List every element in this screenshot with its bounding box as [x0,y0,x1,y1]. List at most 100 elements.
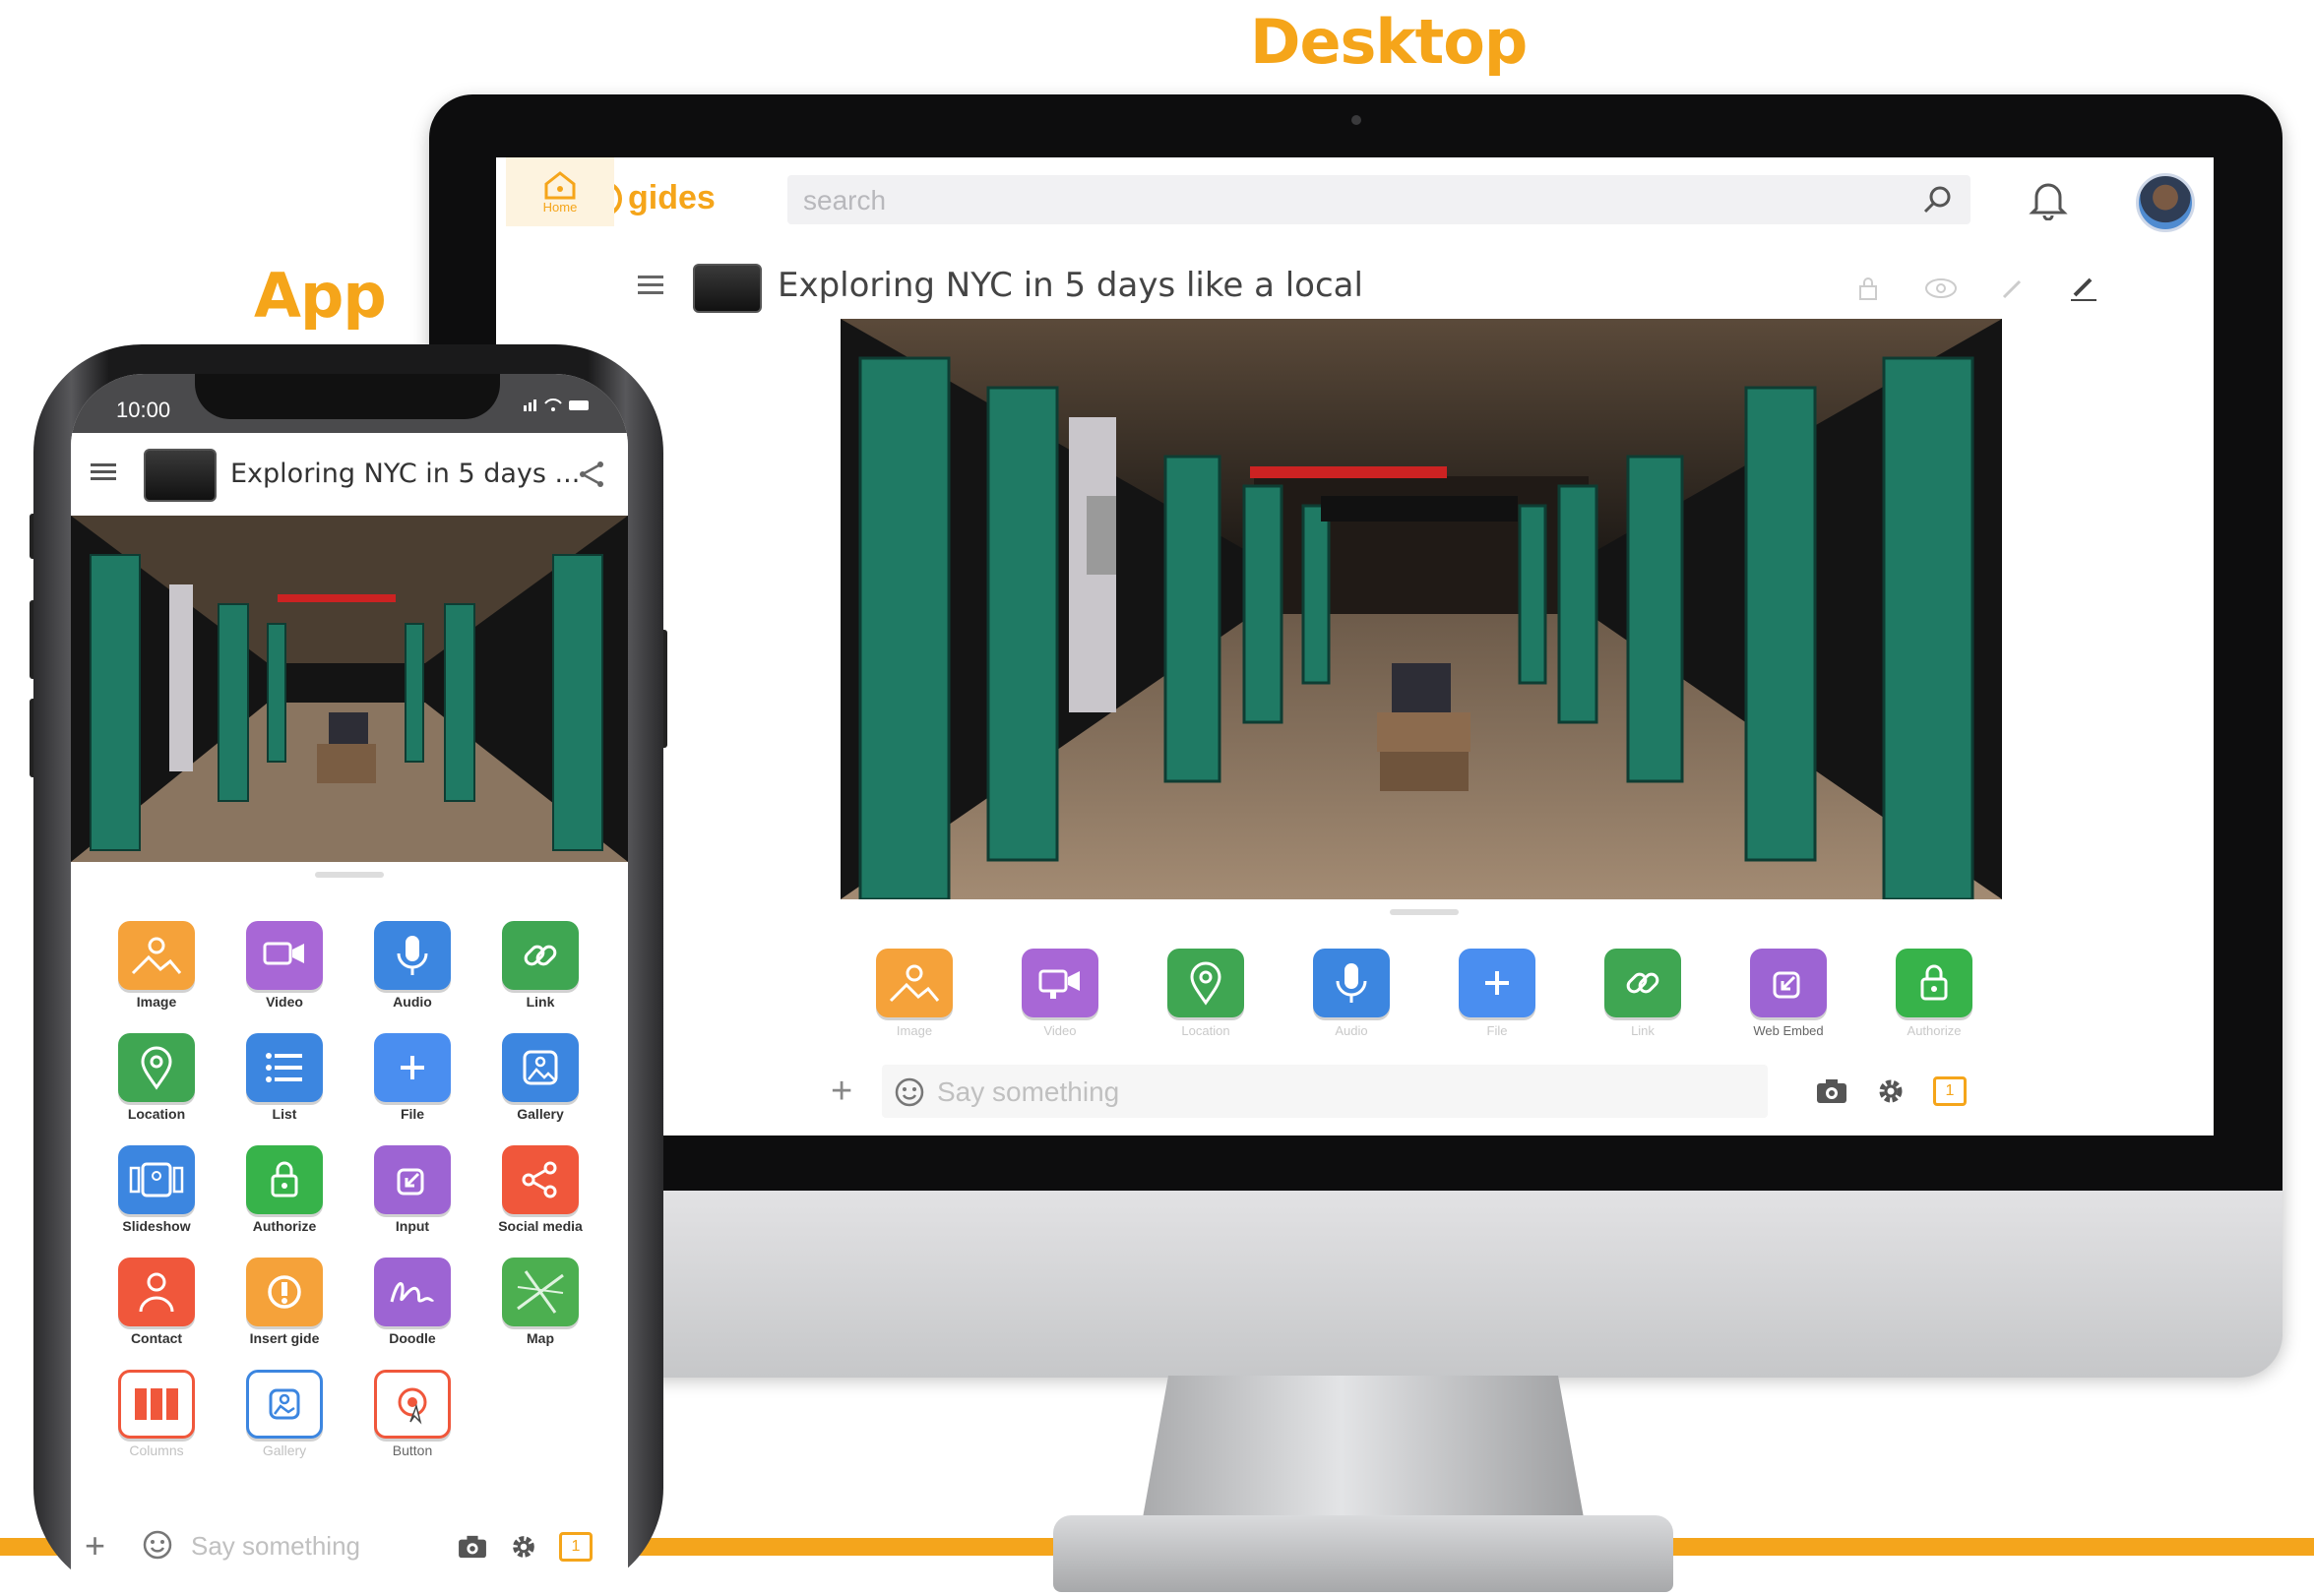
composer-tools: 1 [1815,1074,1967,1108]
search-placeholder: search [803,185,887,215]
status-icons [524,396,593,418]
menu-icon[interactable] [634,272,667,299]
tool-label: Social media [498,1218,583,1234]
gallery-outline-icon [246,1370,323,1439]
subway-photo [71,516,628,862]
app-tool-grid: Image Video Audio Link Location List Fil… [93,921,604,1458]
tool-label: Button [392,1443,433,1458]
count-badge[interactable]: 1 [559,1532,593,1562]
lock-icon[interactable] [1854,274,1884,303]
hero-image [841,319,2002,899]
map-icon [502,1258,579,1326]
avatar[interactable] [2136,173,2195,232]
tool-label: Authorize [252,1218,317,1234]
file-icon [374,1033,451,1102]
tool-file[interactable]: File [348,1033,476,1122]
phone-screen: 10:00 Exploring NYC in 5 days ... Image … [71,374,628,1596]
tool-authorize[interactable]: Authorize [1895,949,1973,1038]
tool-label: Input [395,1218,430,1234]
image-icon [876,949,953,1017]
insert-gide-icon [246,1258,323,1326]
emoji-icon[interactable] [894,1076,925,1108]
tool-insert-gide[interactable]: Insert gide [220,1258,348,1346]
signal-wifi-battery-icon [524,399,589,411]
list-icon [246,1033,323,1102]
add-icon[interactable]: + [85,1525,105,1566]
gear-icon[interactable] [508,1531,539,1563]
edit-icon[interactable] [2067,272,2100,305]
subway-photo [841,319,2002,899]
message-input[interactable]: Say something [882,1065,1768,1118]
audio-icon [1313,949,1390,1017]
tool-label: Gallery [517,1106,564,1122]
tool-label: Link [526,994,555,1010]
camera-icon[interactable] [1815,1077,1848,1105]
video-icon [1022,949,1098,1017]
tool-label: Columns [129,1443,184,1458]
camera-icon[interactable] [457,1534,488,1560]
header-tools [1854,272,2100,305]
tool-location[interactable]: Location [93,1033,220,1122]
gallery-icon [502,1033,579,1102]
tool-gallery-outline[interactable]: Gallery [220,1370,348,1458]
search-icon[interactable] [1919,181,1957,218]
tool-location[interactable]: Location [1166,949,1245,1038]
tool-label: Image [896,1023,933,1038]
pencil-icon[interactable] [1998,274,2028,303]
emoji-icon[interactable] [142,1529,173,1561]
tool-list[interactable]: List [220,1033,348,1122]
sidebar-item-home[interactable]: Home [506,157,614,226]
doodle-icon [374,1258,451,1326]
tool-image[interactable]: Image [875,949,954,1038]
add-icon[interactable]: + [831,1071,852,1113]
tool-label: Authorize [1907,1023,1962,1038]
bell-icon[interactable] [2029,177,2068,220]
tool-contact[interactable]: Contact [93,1258,220,1346]
tool-label: Audio [393,994,432,1010]
top-bar: ✕ ! gides search [496,157,2214,246]
tool-map[interactable]: Map [476,1258,604,1346]
tool-doodle[interactable]: Doodle [348,1258,476,1346]
composer: + Say something 1 [831,1065,1967,1122]
scroll-handle[interactable] [315,872,384,878]
tool-file[interactable]: File [1458,949,1536,1038]
share-icon[interactable] [577,459,608,490]
tool-label: Image [136,994,177,1010]
composer: + Say something 1 [71,1513,628,1576]
count-badge[interactable]: 1 [1933,1076,1967,1106]
tool-audio[interactable]: Audio [348,921,476,1010]
gide-thumbnail [693,264,762,313]
desktop-screen: ✕ ! gides search Home Exploring N [496,157,2214,1136]
link-icon [502,921,579,990]
tool-gallery[interactable]: Gallery [476,1033,604,1122]
social-media-icon [502,1145,579,1214]
monitor-stand-base [1053,1515,1673,1592]
tool-social-media[interactable]: Social media [476,1145,604,1234]
menu-icon[interactable] [89,460,118,484]
search-input[interactable]: search [787,175,1970,224]
tool-web-embed[interactable]: Web Embed [1749,949,1828,1038]
tool-input[interactable]: Input [348,1145,476,1234]
tool-button[interactable]: Button [348,1370,476,1458]
tool-audio[interactable]: Audio [1312,949,1391,1038]
gear-icon[interactable] [1874,1074,1907,1108]
tool-image[interactable]: Image [93,921,220,1010]
home-icon [544,170,576,199]
tool-video[interactable]: Video [1021,949,1099,1038]
slideshow-icon [118,1145,195,1214]
gide-thumbnail [144,449,217,502]
tool-label: Doodle [389,1330,436,1346]
tool-slideshow[interactable]: Slideshow [93,1145,220,1234]
tool-link[interactable]: Link [1603,949,1682,1038]
logo-text: gides [628,179,716,216]
phone-notch [195,374,500,419]
scroll-handle[interactable] [1390,909,1459,915]
tool-video[interactable]: Video [220,921,348,1010]
tool-link[interactable]: Link [476,921,604,1010]
page-title: Exploring NYC in 5 days like a local [778,266,1363,305]
message-input[interactable]: Say something [191,1531,360,1562]
eye-icon[interactable] [1923,276,1959,301]
tool-authorize[interactable]: Authorize [220,1145,348,1234]
location-icon [118,1033,195,1102]
tool-columns[interactable]: Columns [93,1370,220,1458]
